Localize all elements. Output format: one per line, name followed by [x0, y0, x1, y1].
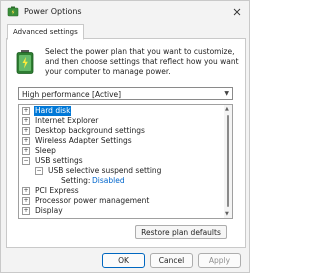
expand-icon[interactable]: + [22, 207, 30, 215]
tree-item-label: Wireless Adapter Settings [35, 136, 132, 145]
restore-plan-defaults-button[interactable]: Restore plan defaults [135, 225, 227, 239]
expand-icon[interactable]: + [22, 147, 30, 155]
apply-button[interactable]: Apply [198, 253, 241, 268]
close-button[interactable] [225, 1, 249, 23]
cancel-button[interactable]: Cancel [150, 253, 193, 268]
tree-item-label: PCI Express [35, 186, 79, 195]
tree-item-label: Desktop background settings [35, 126, 145, 135]
tree-item-usb-selective-suspend[interactable]: − USB selective suspend setting [19, 166, 219, 176]
tree-item-internet-explorer[interactable]: + Internet Explorer [19, 116, 219, 126]
tree-item-label: Processor power management [35, 196, 150, 205]
expand-icon[interactable]: + [22, 197, 30, 205]
scroll-up-icon[interactable]: ▲ [225, 106, 229, 112]
power-options-icon [7, 6, 19, 17]
title-bar[interactable]: Power Options [1, 1, 249, 23]
ok-button[interactable]: OK [102, 253, 145, 268]
scroll-down-icon[interactable]: ▼ [225, 211, 229, 217]
tree-item-label: Hard disk [34, 106, 72, 116]
tree-item-label: USB settings [35, 156, 83, 165]
tree-item-display[interactable]: + Display [19, 206, 219, 216]
setting-label: Setting: [61, 176, 91, 185]
expand-icon[interactable]: + [22, 117, 30, 125]
power-options-dialog: Power Options Advanced settings Select t… [0, 0, 250, 273]
expand-icon[interactable]: + [22, 107, 30, 115]
tree-item-setting[interactable]: Setting: Disabled [19, 176, 219, 186]
tree-item-label: Display [35, 206, 63, 215]
advanced-settings-panel: Select the power plan that you want to c… [6, 38, 246, 248]
chevron-down-icon: ▼ [224, 90, 229, 97]
window-title: Power Options [24, 7, 82, 16]
collapse-icon[interactable]: − [22, 157, 30, 165]
tree-item-pci-express[interactable]: + PCI Express [19, 186, 219, 196]
close-icon [233, 8, 241, 16]
expand-icon[interactable]: + [22, 127, 30, 135]
power-settings-tree[interactable]: + Hard disk + Internet Explorer + Deskto… [18, 104, 233, 219]
power-plan-value: High performance [Active] [22, 90, 122, 99]
tree-scrollbar[interactable]: ▲ ▼ [224, 105, 232, 218]
tree-item-hard-disk[interactable]: + Hard disk [19, 106, 219, 116]
tree-item-processor-power[interactable]: + Processor power management [19, 196, 219, 206]
power-plan-dropdown[interactable]: High performance [Active] ▼ [18, 87, 233, 100]
expand-icon[interactable]: + [22, 187, 30, 195]
setting-value-link[interactable]: Disabled [92, 176, 125, 186]
tree-item-desktop-background[interactable]: + Desktop background settings [19, 126, 219, 136]
tree-item-sleep[interactable]: + Sleep [19, 146, 219, 156]
battery-plan-icon [16, 50, 34, 74]
collapse-icon[interactable]: − [35, 167, 43, 175]
tree-item-label: Sleep [35, 146, 56, 155]
expand-icon[interactable]: + [22, 137, 30, 145]
description-text: Select the power plan that you want to c… [45, 47, 239, 76]
tree-item-label: USB selective suspend setting [48, 166, 162, 175]
tree-item-wireless-adapter[interactable]: + Wireless Adapter Settings [19, 136, 219, 146]
scroll-thumb[interactable] [227, 115, 229, 207]
tab-advanced-settings[interactable]: Advanced settings [7, 24, 84, 40]
tree-item-usb-settings[interactable]: − USB settings [19, 156, 219, 166]
tree-item-label: Internet Explorer [35, 116, 99, 125]
